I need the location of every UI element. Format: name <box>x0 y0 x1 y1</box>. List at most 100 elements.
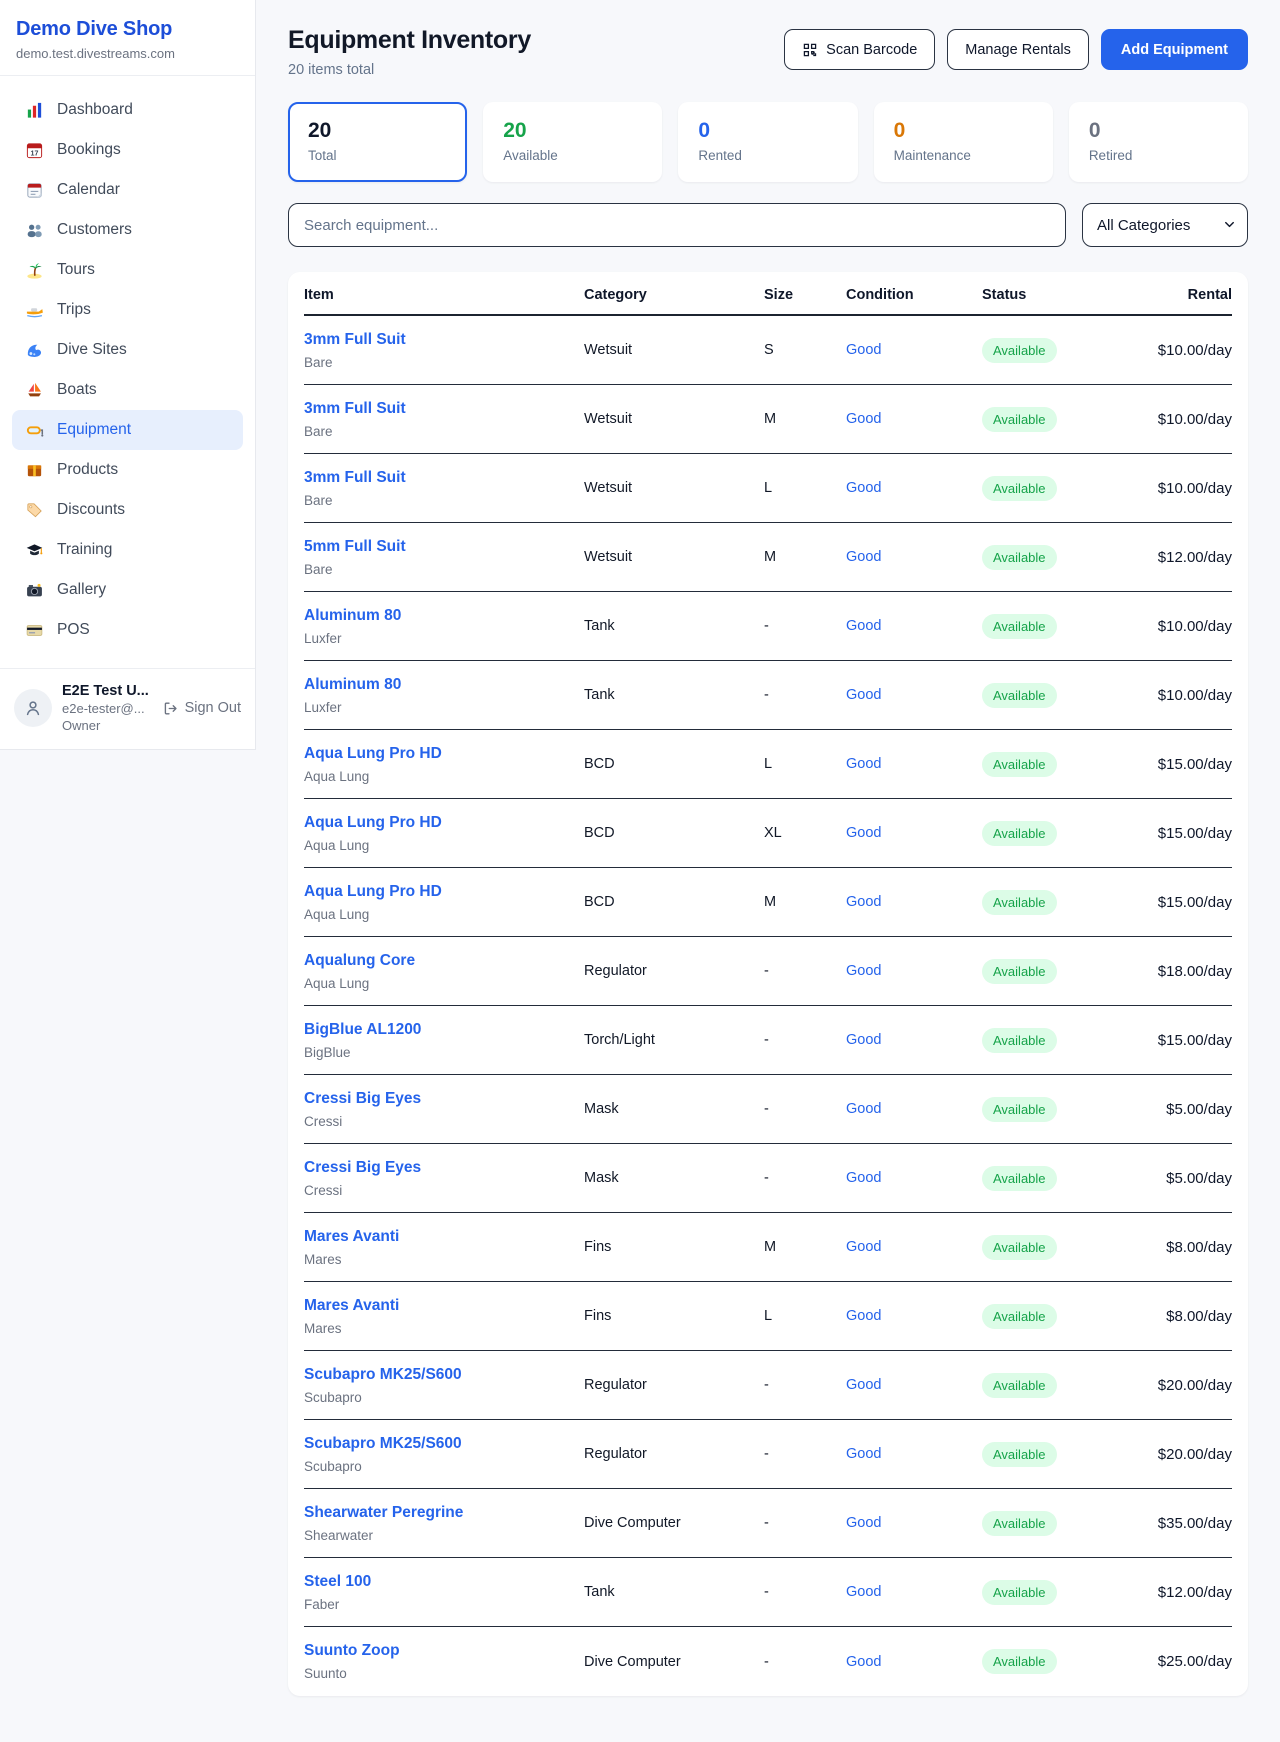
condition-link[interactable]: Good <box>846 756 881 772</box>
item-cell: Mares Avanti Mares <box>304 1228 584 1267</box>
condition-link[interactable]: Good <box>846 618 881 634</box>
rental-cell: $15.00/day <box>1156 894 1232 911</box>
condition-cell: Good <box>846 1583 982 1601</box>
scan-barcode-button[interactable]: Scan Barcode <box>784 29 935 70</box>
item-name-link[interactable]: 3mm Full Suit <box>304 331 406 349</box>
sidebar-item-products[interactable]: Products <box>12 450 243 490</box>
sidebar-item-equipment[interactable]: Equipment <box>12 410 243 450</box>
stat-card-maintenance[interactable]: 0 Maintenance <box>874 102 1053 182</box>
table-row: Aluminum 80 Luxfer Tank - Good Available… <box>304 661 1232 730</box>
condition-link[interactable]: Good <box>846 825 881 841</box>
rental-cell: $10.00/day <box>1156 411 1232 428</box>
manage-rentals-button[interactable]: Manage Rentals <box>947 29 1089 70</box>
item-name-link[interactable]: Mares Avanti <box>304 1297 399 1315</box>
condition-cell: Good <box>846 824 982 842</box>
item-name-link[interactable]: Aqua Lung Pro HD <box>304 745 442 763</box>
item-name-link[interactable]: Scubapro MK25/S600 <box>304 1366 462 1384</box>
sidebar-item-tours[interactable]: Tours <box>12 250 243 290</box>
sidebar-item-bookings[interactable]: 17 Bookings <box>12 130 243 170</box>
people-icon <box>24 220 44 240</box>
add-equipment-button[interactable]: Add Equipment <box>1101 29 1248 70</box>
item-name-link[interactable]: Aluminum 80 <box>304 607 401 625</box>
sidebar-item-boats[interactable]: Boats <box>12 370 243 410</box>
dive-mask-icon <box>24 420 44 440</box>
search-input[interactable] <box>288 203 1066 247</box>
item-name-link[interactable]: Cressi Big Eyes <box>304 1159 421 1177</box>
sign-out-button[interactable]: Sign Out <box>162 700 241 717</box>
item-name-link[interactable]: Shearwater Peregrine <box>304 1504 463 1522</box>
condition-link[interactable]: Good <box>846 480 881 496</box>
sidebar-item-label: Discounts <box>57 501 125 519</box>
condition-link[interactable]: Good <box>846 1446 881 1462</box>
item-name-link[interactable]: 5mm Full Suit <box>304 538 406 556</box>
sidebar-item-label: Dashboard <box>57 101 133 119</box>
size-cell: - <box>764 1377 846 1393</box>
status-badge: Available <box>982 407 1057 432</box>
item-name-link[interactable]: BigBlue AL1200 <box>304 1021 421 1039</box>
item-name-link[interactable]: 3mm Full Suit <box>304 400 406 418</box>
condition-link[interactable]: Good <box>846 894 881 910</box>
stat-card-retired[interactable]: 0 Retired <box>1069 102 1248 182</box>
sidebar-item-label: Customers <box>57 221 132 239</box>
item-brand: Mares <box>304 1252 584 1267</box>
category-filter-select[interactable]: All Categories <box>1082 203 1248 247</box>
condition-cell: Good <box>846 962 982 980</box>
size-cell: M <box>764 549 846 565</box>
sidebar-item-trips[interactable]: Trips <box>12 290 243 330</box>
sidebar-item-label: Products <box>57 461 118 479</box>
condition-link[interactable]: Good <box>846 411 881 427</box>
item-name-link[interactable]: Aluminum 80 <box>304 676 401 694</box>
item-name-link[interactable]: Mares Avanti <box>304 1228 399 1246</box>
table-body: 3mm Full Suit Bare Wetsuit S Good Availa… <box>304 316 1232 1696</box>
status-cell: Available <box>982 614 1156 639</box>
item-name-link[interactable]: 3mm Full Suit <box>304 469 406 487</box>
add-equipment-label: Add Equipment <box>1121 42 1228 58</box>
stat-value: 0 <box>1089 119 1228 143</box>
condition-link[interactable]: Good <box>846 1654 881 1670</box>
condition-link[interactable]: Good <box>846 687 881 703</box>
category-cell: Torch/Light <box>584 1032 764 1048</box>
condition-link[interactable]: Good <box>846 1170 881 1186</box>
stat-value: 0 <box>894 119 1033 143</box>
condition-cell: Good <box>846 479 982 497</box>
sidebar-item-discounts[interactable]: Discounts <box>12 490 243 530</box>
condition-link[interactable]: Good <box>846 1515 881 1531</box>
category-cell: Regulator <box>584 1377 764 1393</box>
stat-card-available[interactable]: 20 Available <box>483 102 662 182</box>
status-badge: Available <box>982 1235 1057 1260</box>
item-name-link[interactable]: Scubapro MK25/S600 <box>304 1435 462 1453</box>
condition-link[interactable]: Good <box>846 1308 881 1324</box>
item-name-link[interactable]: Aqua Lung Pro HD <box>304 883 442 901</box>
shop-name: Demo Dive Shop <box>16 18 239 41</box>
condition-link[interactable]: Good <box>846 342 881 358</box>
sidebar-item-dive-sites[interactable]: Dive Sites <box>12 330 243 370</box>
condition-link[interactable]: Good <box>846 1032 881 1048</box>
item-name-link[interactable]: Aqualung Core <box>304 952 415 970</box>
condition-link[interactable]: Good <box>846 1584 881 1600</box>
sidebar-item-customers[interactable]: Customers <box>12 210 243 250</box>
item-name-link[interactable]: Steel 100 <box>304 1573 371 1591</box>
size-cell: L <box>764 480 846 496</box>
item-name-link[interactable]: Cressi Big Eyes <box>304 1090 421 1108</box>
sidebar-item-training[interactable]: Training <box>12 530 243 570</box>
stat-card-total[interactable]: 20 Total <box>288 102 467 182</box>
sidebar-item-gallery[interactable]: Gallery <box>12 570 243 610</box>
sidebar-item-dashboard[interactable]: Dashboard <box>12 90 243 130</box>
sidebar-item-calendar[interactable]: Calendar <box>12 170 243 210</box>
item-brand: Bare <box>304 493 584 508</box>
condition-link[interactable]: Good <box>846 549 881 565</box>
stat-card-rented[interactable]: 0 Rented <box>678 102 857 182</box>
condition-link[interactable]: Good <box>846 963 881 979</box>
sidebar-item-pos[interactable]: POS <box>12 610 243 650</box>
condition-link[interactable]: Good <box>846 1239 881 1255</box>
condition-link[interactable]: Good <box>846 1101 881 1117</box>
status-badge: Available <box>982 1028 1057 1053</box>
item-name-link[interactable]: Suunto Zoop <box>304 1642 400 1660</box>
condition-cell: Good <box>846 548 982 566</box>
stat-label: Maintenance <box>894 148 1033 163</box>
status-cell: Available <box>982 752 1156 777</box>
condition-link[interactable]: Good <box>846 1377 881 1393</box>
item-cell: Scubapro MK25/S600 Scubapro <box>304 1366 584 1405</box>
table-row: Mares Avanti Mares Fins L Good Available… <box>304 1282 1232 1351</box>
item-name-link[interactable]: Aqua Lung Pro HD <box>304 814 442 832</box>
